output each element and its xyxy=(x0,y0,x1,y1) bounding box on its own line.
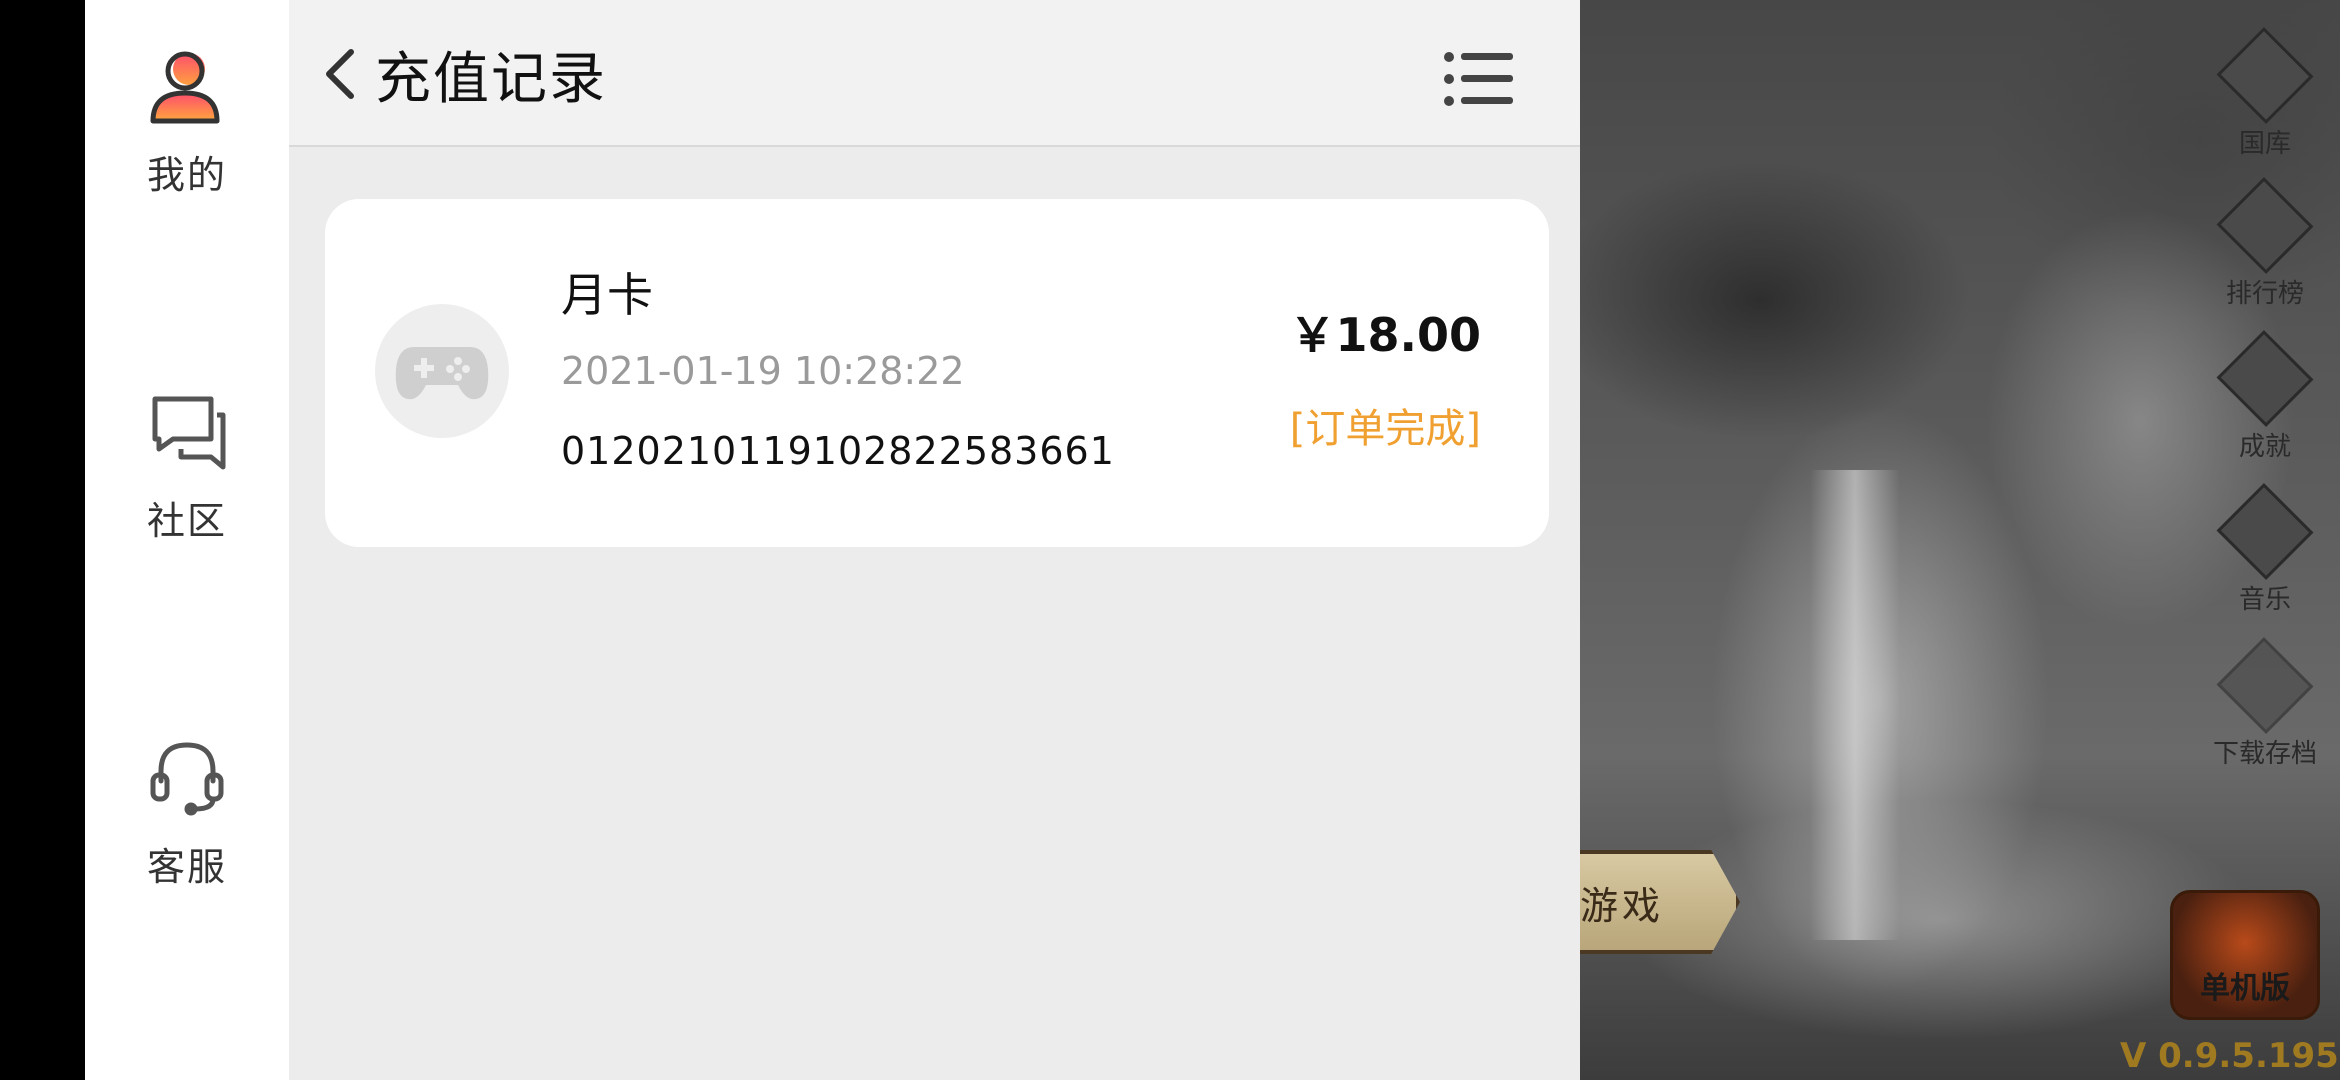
download-save-icon xyxy=(2216,637,2314,734)
game-button-label: 排行榜 xyxy=(2225,279,2304,309)
product-name: 月卡 xyxy=(561,268,653,322)
recharge-record-panel: 充值记录 月卡 2021-01-19 10:28:22 012021011910… xyxy=(289,0,1623,1080)
game-button-label: 下载存档 xyxy=(2212,739,2317,769)
header-bar: 充值记录 xyxy=(289,0,1580,147)
list-menu-icon xyxy=(1444,52,1513,106)
sidebar-item-label: 我的 xyxy=(146,153,227,197)
version-text: V 0.9.5.1952 xyxy=(2120,1036,2340,1076)
edition-label: 单机版 xyxy=(2200,971,2290,1006)
recharge-record-card[interactable]: 月卡 2021-01-19 10:28:22 01202101191028225… xyxy=(325,199,1549,547)
game-button-achievements[interactable]: 成就 xyxy=(2200,330,2330,463)
leaderboard-icon xyxy=(2216,177,2314,274)
chat-bubbles-icon xyxy=(142,386,232,476)
headset-icon xyxy=(142,732,232,822)
start-game-button[interactable]: 游戏 xyxy=(1580,850,1740,954)
game-button-label: 音乐 xyxy=(2238,585,2291,615)
user-profile-icon xyxy=(142,40,232,130)
back-button[interactable] xyxy=(311,42,367,106)
treasury-icon xyxy=(2216,27,2314,124)
order-status: [订单完成] xyxy=(1289,406,1481,452)
sidebar-item-community[interactable]: 社区 xyxy=(85,386,289,586)
page-title: 充值记录 xyxy=(375,47,607,112)
game-avatar xyxy=(375,304,509,438)
order-price: ￥18.00 xyxy=(1289,308,1481,362)
order-time: 2021-01-19 10:28:22 xyxy=(561,349,965,393)
achievement-icon xyxy=(2216,330,2314,427)
menu-button[interactable] xyxy=(1439,44,1519,114)
gamepad-icon xyxy=(395,347,489,400)
game-button-treasury[interactable]: 国库 xyxy=(2200,27,2330,160)
chevron-left-icon xyxy=(326,49,354,99)
sidebar-item-mine[interactable]: 我的 xyxy=(85,40,289,240)
order-number: 0120210119102822583661 xyxy=(561,429,1115,473)
game-button-label: 国库 xyxy=(2238,129,2291,159)
game-button-download-save[interactable]: 下载存档 xyxy=(2200,637,2330,770)
music-icon xyxy=(2216,483,2314,580)
edition-logo: 单机版 xyxy=(2170,890,2320,1020)
sidebar-item-service[interactable]: 客服 xyxy=(85,732,289,932)
sidebar-item-label: 社区 xyxy=(146,499,227,543)
sidebar-item-label: 客服 xyxy=(146,845,227,889)
game-button-leaderboard[interactable]: 排行榜 xyxy=(2200,177,2330,310)
game-button-label: 成就 xyxy=(2238,432,2291,462)
game-background: 国库 排行榜 成就 音乐 下载存档 游戏 单机版 V 0.9.5.1952 xyxy=(1580,0,2340,1080)
left-black-strip xyxy=(0,0,85,1080)
start-game-label: 游戏 xyxy=(1580,883,1665,928)
sidebar: 我的 社区 客服 xyxy=(85,0,289,1080)
game-button-music[interactable]: 音乐 xyxy=(2200,483,2330,616)
